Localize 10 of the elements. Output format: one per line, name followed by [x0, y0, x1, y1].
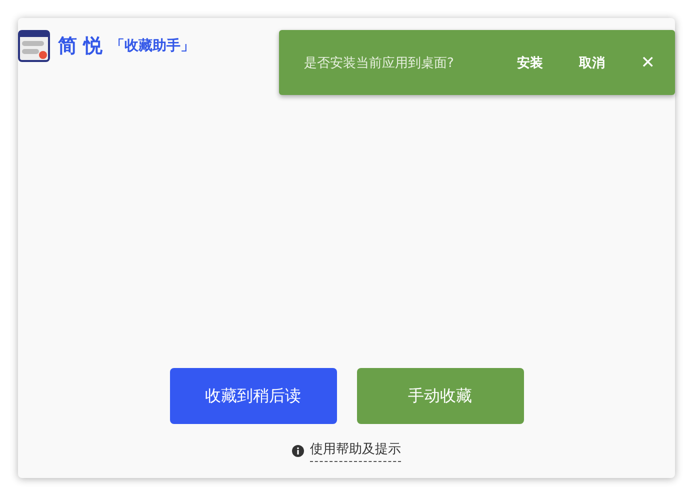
manual-save-button[interactable]: 手动收藏 [356, 368, 524, 424]
read-later-button[interactable]: 收藏到稍后读 [170, 368, 336, 424]
install-button[interactable]: 安装 [508, 48, 551, 78]
close-button[interactable]: ✕ [632, 48, 663, 76]
cancel-button[interactable]: 取消 [570, 48, 613, 78]
help-link[interactable]: 使用帮助及提示 [310, 440, 401, 462]
app-subtitle: 「收藏助手」 [110, 37, 195, 55]
info-icon [292, 445, 304, 457]
install-message: 是否安装当前应用到桌面? [304, 54, 455, 72]
app-title: 简 悦 [58, 34, 103, 59]
